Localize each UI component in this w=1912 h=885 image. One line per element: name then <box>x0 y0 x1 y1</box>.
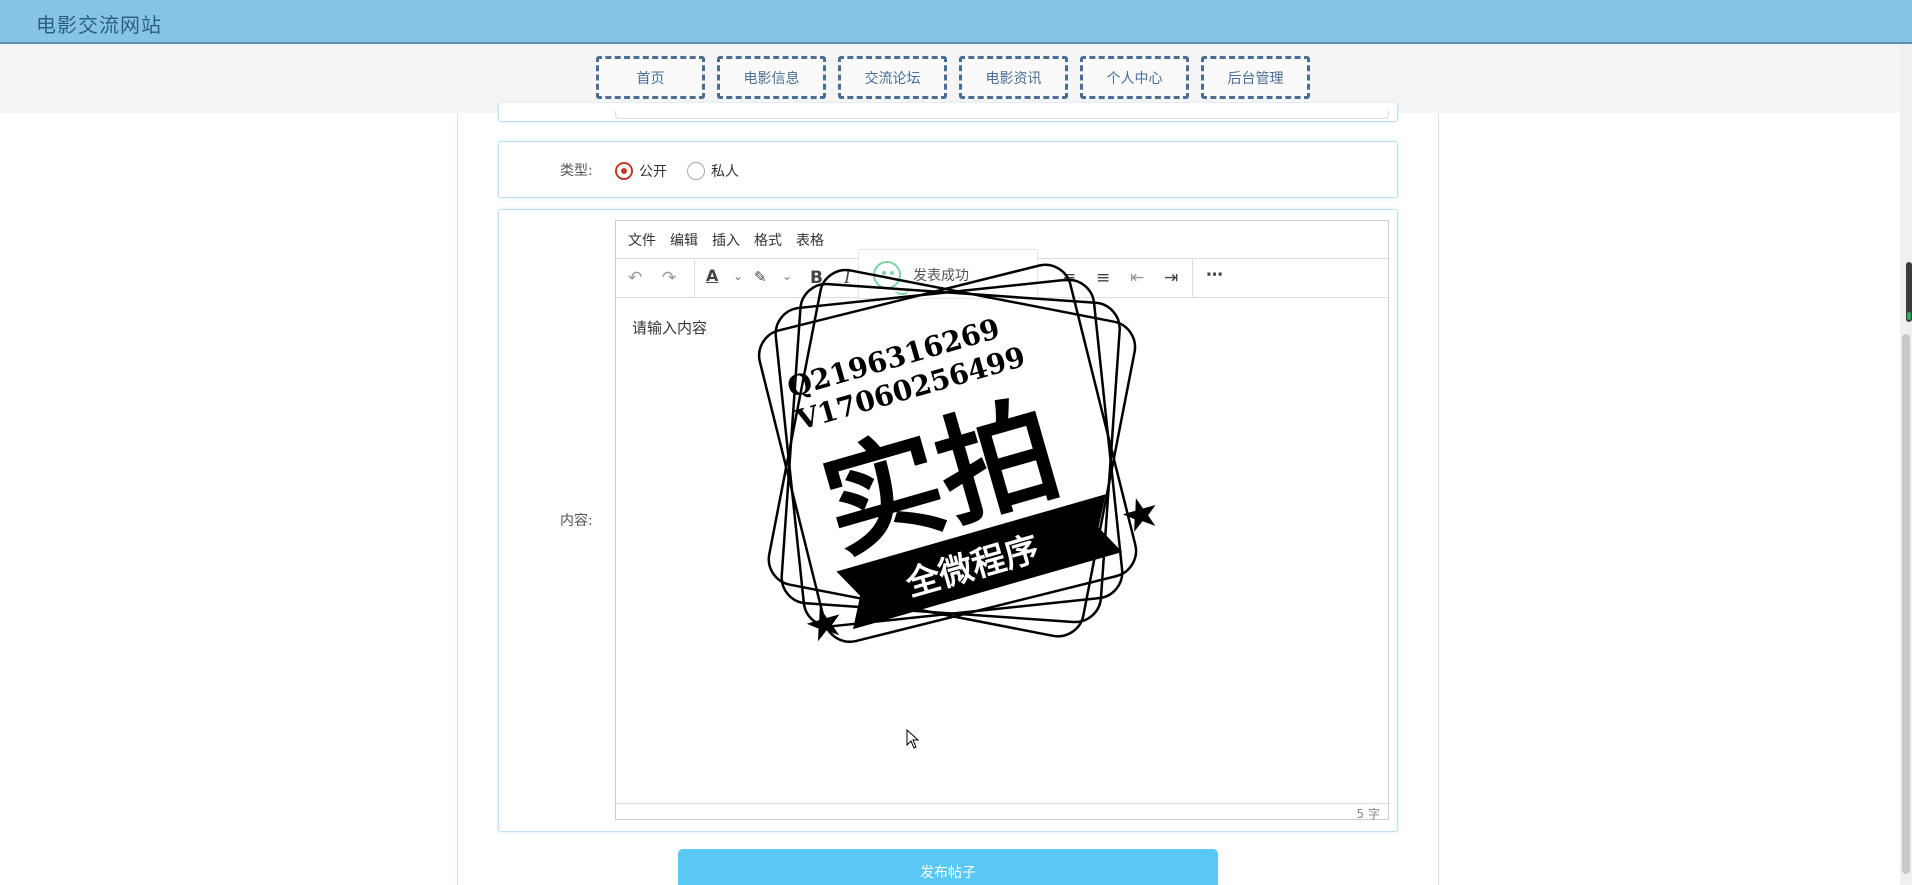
radio-private[interactable] <box>687 162 705 180</box>
type-field-card: 类型: 公开 私人 <box>498 141 1398 198</box>
nav-items: 首页 电影信息 交流论坛 电影资讯 个人中心 后台管理 <box>596 56 1310 99</box>
star-icon <box>806 607 840 642</box>
editor-statusbar: 5 字 <box>616 803 1388 821</box>
radio-private-label[interactable]: 私人 <box>711 161 739 181</box>
toolbar-divider <box>694 259 695 298</box>
radio-public[interactable] <box>615 162 633 180</box>
scrollbar-thumb[interactable] <box>1902 334 1910 874</box>
nav-item-movie-news[interactable]: 电影资讯 <box>959 56 1068 99</box>
publish-post-button[interactable]: 发布帖子 <box>678 849 1218 885</box>
previous-field-input-edge[interactable] <box>615 111 1389 119</box>
redo-icon[interactable]: ↷ <box>662 268 676 288</box>
chevron-down-icon[interactable]: ⌄ <box>733 269 743 283</box>
radio-public-label[interactable]: 公开 <box>639 161 667 181</box>
menu-edit[interactable]: 编辑 <box>670 230 698 250</box>
nav-item-forum[interactable]: 交流论坛 <box>838 56 947 99</box>
previous-field-card <box>498 103 1398 122</box>
content-label: 内容: <box>560 513 593 529</box>
nav-item-admin[interactable]: 后台管理 <box>1201 56 1310 99</box>
indent-icon[interactable]: ⇥ <box>1164 268 1178 288</box>
mouse-cursor-icon <box>906 729 920 749</box>
more-icon[interactable]: ⋯ <box>1206 265 1223 285</box>
type-radio-group: 公开 私人 <box>615 161 759 181</box>
undo-icon[interactable]: ↶ <box>628 268 642 288</box>
star-icon <box>1122 498 1156 532</box>
page-scrollbar[interactable] <box>1900 44 1912 885</box>
site-title[interactable]: 电影交流网站 <box>36 9 162 38</box>
watermark-stamp: Q2196316269 V17060256499 实拍 全微程序 <box>757 263 1156 643</box>
menu-table[interactable]: 表格 <box>796 230 824 250</box>
editor-text[interactable]: 请输入内容 <box>632 317 707 338</box>
scroll-indicator <box>1906 262 1912 322</box>
word-count: 5 字 <box>1356 807 1380 821</box>
menu-file[interactable]: 文件 <box>628 230 656 250</box>
top-bar: 电影交流网站 <box>0 0 1912 44</box>
menu-insert[interactable]: 插入 <box>712 230 740 250</box>
nav-item-personal-center[interactable]: 个人中心 <box>1080 56 1189 99</box>
menu-format[interactable]: 格式 <box>754 230 782 250</box>
text-color-icon[interactable]: A <box>706 266 718 285</box>
type-label: 类型: <box>560 163 593 179</box>
nav-item-movie-info[interactable]: 电影信息 <box>717 56 826 99</box>
nav-item-home[interactable]: 首页 <box>596 56 705 99</box>
toolbar-divider <box>1192 259 1193 298</box>
